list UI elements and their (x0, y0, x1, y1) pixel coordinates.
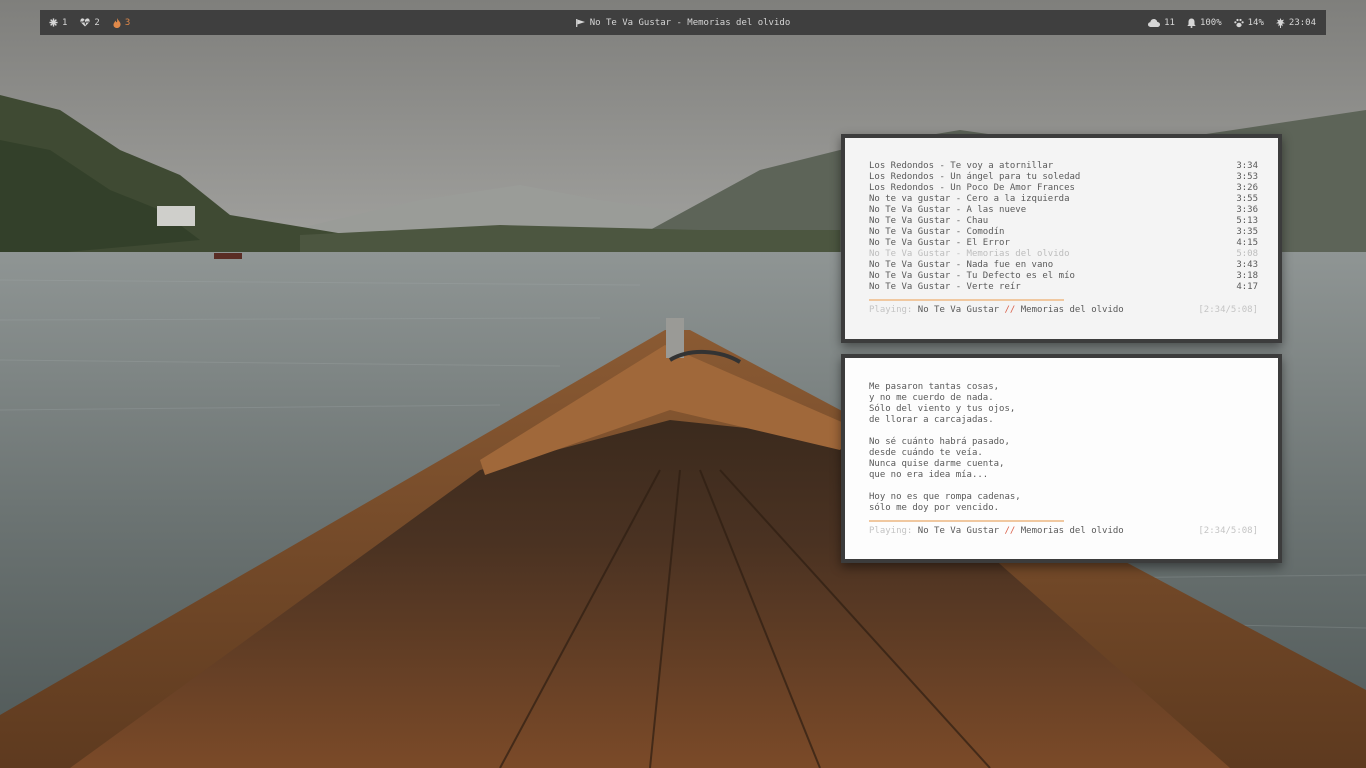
progress-fill (869, 520, 1064, 522)
status-artist: No Te Va Gustar (917, 305, 1000, 315)
track-title: No Te Va Gustar - Chau (869, 216, 989, 226)
workspace-label: 3 (124, 17, 131, 28)
flame-icon (113, 17, 121, 28)
track-duration: 3:18 (1236, 271, 1258, 281)
track-duration: 4:15 (1236, 238, 1258, 248)
lyric-line: que no era idea mía... (869, 470, 989, 480)
now-playing-text: No Te Va Gustar - Memorias del olvido (589, 17, 791, 28)
track-duration: 3:53 (1236, 172, 1258, 182)
playlist-item[interactable]: No te va gustar - Cero a la izquierda 3:5… (869, 194, 1258, 205)
lyric-line: desde cuándo te veía. (869, 448, 983, 458)
stanza-gap (869, 481, 1258, 492)
paw-icon (1233, 18, 1244, 27)
cpu-value: 14% (1247, 17, 1264, 28)
playlist-item[interactable]: No Te Va Gustar - El Error 4:15 (869, 238, 1258, 249)
status-separator: // (1004, 526, 1016, 536)
track-title: No Te Va Gustar - A las nueve (869, 205, 1027, 215)
track-title: Los Redondos - Un Poco De Amor Frances (869, 183, 1075, 193)
lyric-line: No sé cuánto habrá pasado, (869, 437, 1010, 447)
workspace-label: 1 (62, 17, 68, 28)
progress-bar[interactable] (869, 520, 1258, 522)
playlist: Los Redondos - Te voy a atornillar 3:34 L… (869, 161, 1258, 293)
lyric-line: y no me cuerdo de nada. (869, 393, 994, 403)
status-song: Memorias del olvido (1020, 526, 1124, 536)
progress-bar[interactable] (869, 299, 1258, 301)
playlist-item[interactable]: No Te Va Gustar - Nada fue en vano 3:43 (869, 260, 1258, 271)
lyrics-text: Me pasaron tantas cosas, y no me cuerdo … (869, 382, 1258, 514)
weather-value: 11 (1164, 17, 1175, 28)
track-duration: 5:13 (1236, 216, 1258, 226)
gear-icon (49, 18, 58, 27)
track-title: Los Redondos - Un ángel para tu soledad (869, 172, 1081, 182)
progress-fill (869, 299, 1064, 301)
weather-status[interactable]: 11 (1148, 18, 1175, 28)
status-label: Playing: (869, 526, 913, 536)
track-duration: 3:43 (1236, 260, 1258, 270)
lyric-line: Nunca quise darme cuenta, (869, 459, 1005, 469)
cpu-status[interactable]: 14% (1233, 17, 1264, 28)
status-time: [2:34/5:08] (1198, 305, 1258, 315)
status-artist: No Te Va Gustar (917, 526, 1000, 536)
track-title: No Te Va Gustar - Tu Defecto es el mío (869, 271, 1075, 281)
track-duration: 4:17 (1236, 282, 1258, 292)
track-duration: 3:26 (1236, 183, 1258, 193)
playlist-item[interactable]: No Te Va Gustar - Tu Defecto es el mío 3:… (869, 271, 1258, 282)
playlist-item[interactable]: Los Redondos - Un Poco De Amor Frances 3:… (869, 183, 1258, 194)
playlist-item[interactable]: No Te Va Gustar - Comodín 3:35 (869, 227, 1258, 238)
track-title: No Te Va Gustar - Comodín (869, 227, 1005, 237)
clock[interactable]: 23:04 (1275, 17, 1316, 28)
status-track-info: Playing: No Te Va Gustar // Memorias del… (869, 305, 1124, 315)
lyrics-window[interactable]: Me pasaron tantas cosas, y no me cuerdo … (841, 354, 1282, 563)
track-duration: 3:36 (1236, 205, 1258, 215)
track-duration: 3:55 (1236, 194, 1258, 204)
playlist-item[interactable]: No Te Va Gustar - Chau 5:13 (869, 216, 1258, 227)
track-duration: 5:08 (1236, 249, 1258, 259)
lyric-line: sólo me doy por vencido. (869, 503, 1000, 513)
playlist-item[interactable]: No Te Va Gustar - Verte reír 4:17 (869, 282, 1258, 293)
cloud-icon (1148, 18, 1161, 27)
workspace-1[interactable]: 1 (49, 18, 67, 28)
heartbeat-icon (80, 18, 91, 27)
playlist-item[interactable]: Los Redondos - Te voy a atornillar 3:34 (869, 161, 1258, 172)
track-title: No Te Va Gustar - Verte reír (869, 282, 1021, 292)
playlist-item-current[interactable]: No Te Va Gustar - Memorias del olvido 5:0… (869, 249, 1258, 260)
workspace-3[interactable]: 3 (113, 17, 131, 28)
track-title: Los Redondos - Te voy a atornillar (869, 161, 1054, 171)
flag-icon (575, 18, 585, 27)
bell-icon (1187, 18, 1196, 28)
status-track-info: Playing: No Te Va Gustar // Memorias del… (869, 526, 1124, 536)
status-label: Playing: (869, 305, 913, 315)
stanza-gap (869, 426, 1258, 437)
leaf-icon (1275, 17, 1285, 28)
clock-value: 23:04 (1288, 17, 1316, 28)
playlist-item[interactable]: Los Redondos - Un ángel para tu soledad 3… (869, 172, 1258, 183)
track-title: No Te Va Gustar - Nada fue en vano (869, 260, 1054, 270)
track-duration: 3:34 (1236, 161, 1258, 171)
volume-value: 100% (1199, 17, 1222, 28)
workspace-2[interactable]: 2 (80, 17, 100, 28)
playlist-item[interactable]: No Te Va Gustar - A las nueve 3:36 (869, 205, 1258, 216)
top-status-bar: 1 2 3 No Te Va Gustar - Memorias del olv… (40, 10, 1326, 35)
track-title: No te va gustar - Cero a la izquierda (869, 194, 1070, 204)
now-playing[interactable]: No Te Va Gustar - Memorias del olvido (575, 17, 791, 28)
player-status-line: Playing: No Te Va Gustar // Memorias del… (869, 526, 1258, 536)
player-status-line: Playing: No Te Va Gustar // Memorias del… (869, 305, 1258, 315)
lyric-line: Sólo del viento y tus ojos, (869, 404, 1016, 414)
lyric-line: Hoy no es que rompa cadenas, (869, 492, 1021, 502)
track-title: No Te Va Gustar - Memorias del olvido (869, 249, 1070, 259)
status-song: Memorias del olvido (1020, 305, 1124, 315)
playlist-window[interactable]: Los Redondos - Te voy a atornillar 3:34 L… (841, 134, 1282, 343)
status-time: [2:34/5:08] (1198, 526, 1258, 536)
workspace-switcher: 1 2 3 (49, 17, 143, 28)
status-separator: // (1004, 305, 1016, 315)
workspace-label: 2 (94, 17, 100, 28)
track-title: No Te Va Gustar - El Error (869, 238, 1010, 248)
lyric-line: Me pasaron tantas cosas, (869, 382, 1000, 392)
lyric-line: de llorar a carcajadas. (869, 415, 994, 425)
volume-status[interactable]: 100% (1187, 18, 1222, 28)
track-duration: 3:35 (1236, 227, 1258, 237)
now-playing-area: No Te Va Gustar - Memorias del olvido (40, 10, 1326, 35)
system-status: 11 100% 14% 23:04 (1136, 10, 1316, 35)
